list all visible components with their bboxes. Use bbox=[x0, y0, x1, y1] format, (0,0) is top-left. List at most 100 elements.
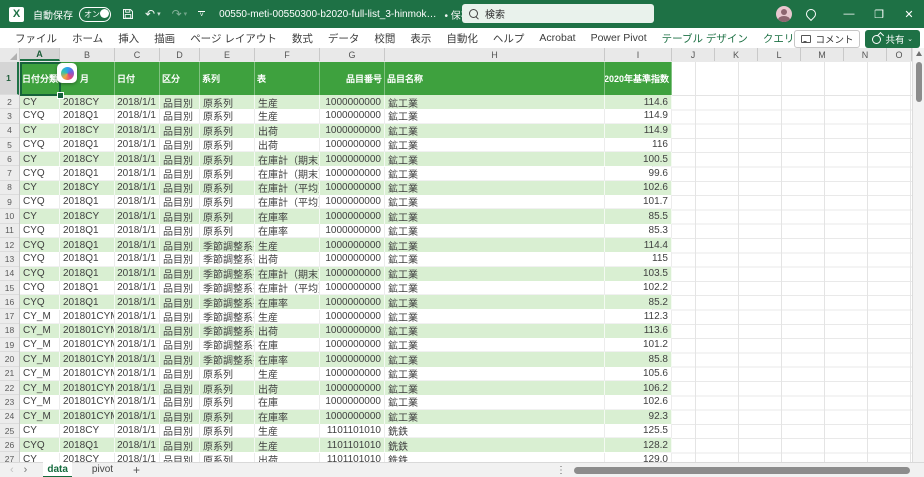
cell[interactable]: 128.2 bbox=[605, 438, 672, 453]
cell[interactable]: 2018Q1 bbox=[60, 166, 115, 181]
cell[interactable]: 季節調整系列 bbox=[200, 252, 255, 267]
cell[interactable]: CY bbox=[20, 152, 60, 167]
cell[interactable]: CYQ bbox=[20, 166, 60, 181]
cell[interactable]: 品目別 bbox=[160, 395, 200, 410]
cell[interactable]: 115 bbox=[605, 252, 672, 267]
cell[interactable]: 鉱工業 bbox=[385, 266, 605, 281]
cell[interactable]: 品目別 bbox=[160, 223, 200, 238]
sheet-tab-pivot[interactable]: pivot bbox=[88, 462, 117, 476]
cell[interactable]: 85.5 bbox=[605, 209, 672, 224]
cell[interactable]: 102.6 bbox=[605, 180, 672, 196]
cell[interactable]: 201801CYM bbox=[60, 338, 115, 353]
ribbon-tab-7[interactable]: 校閲 bbox=[374, 31, 395, 46]
row-number-9[interactable]: 9 bbox=[0, 195, 19, 210]
column-header-G[interactable]: G bbox=[320, 48, 385, 61]
cell[interactable]: CYQ bbox=[20, 195, 60, 210]
undo-icon[interactable]: ↶ ▾ bbox=[145, 7, 161, 21]
cell[interactable]: 原系列 bbox=[200, 180, 255, 196]
select-all-button[interactable] bbox=[0, 48, 20, 61]
cell[interactable]: CYQ bbox=[20, 252, 60, 267]
cell[interactable]: 在庫率 bbox=[255, 295, 320, 310]
cell[interactable]: 2018CY bbox=[60, 152, 115, 167]
redo-icon[interactable]: ↷ ▾ bbox=[172, 7, 188, 21]
cell[interactable]: 出荷 bbox=[255, 252, 320, 267]
cell[interactable]: 生産 bbox=[255, 238, 320, 253]
row-number-5[interactable]: 5 bbox=[0, 138, 19, 153]
cell[interactable]: 2018CY bbox=[60, 180, 115, 196]
cell[interactable]: 鉱工業 bbox=[385, 395, 605, 410]
cell[interactable]: 品目別 bbox=[160, 109, 200, 124]
row-number-8[interactable]: 8 bbox=[0, 181, 19, 196]
row-number-25[interactable]: 25 bbox=[0, 424, 19, 439]
cell[interactable]: 品目別 bbox=[160, 366, 200, 381]
cell[interactable]: 201801CYM bbox=[60, 381, 115, 396]
row-number-15[interactable]: 15 bbox=[0, 281, 19, 296]
cell[interactable]: 201801CYM bbox=[60, 309, 115, 324]
cell[interactable]: CY_M bbox=[20, 323, 60, 339]
cell[interactable]: 出荷 bbox=[255, 137, 320, 153]
ribbon-tab-13[interactable]: テーブル デザイン bbox=[662, 31, 748, 46]
cell[interactable]: 品目別 bbox=[160, 95, 200, 110]
cell[interactable]: 1000000000 bbox=[320, 309, 385, 324]
cell[interactable]: 1000000000 bbox=[320, 137, 385, 153]
cell[interactable]: 原系列 bbox=[200, 223, 255, 238]
cell[interactable]: 品目別 bbox=[160, 137, 200, 153]
cell[interactable]: 鉱工業 bbox=[385, 409, 605, 424]
ribbon-tab-4[interactable]: ページ レイアウト bbox=[190, 31, 277, 46]
column-header-J[interactable]: J bbox=[672, 48, 715, 61]
row-number-10[interactable]: 10 bbox=[0, 209, 19, 224]
row-number-17[interactable]: 17 bbox=[0, 310, 19, 324]
column-header-E[interactable]: E bbox=[200, 48, 255, 61]
cell[interactable]: 201801CYM bbox=[60, 366, 115, 381]
cell[interactable]: 1000000000 bbox=[320, 366, 385, 381]
cell[interactable]: 2018/1/1 bbox=[115, 123, 160, 138]
row-number-2[interactable]: 2 bbox=[0, 95, 19, 110]
cell[interactable]: 在庫計（平均） bbox=[255, 280, 320, 296]
cell[interactable]: 品目別 bbox=[160, 323, 200, 339]
cell[interactable]: 出荷 bbox=[255, 323, 320, 339]
column-header-C[interactable]: C bbox=[115, 48, 160, 61]
empty-cells-region[interactable] bbox=[652, 62, 912, 95]
cell[interactable]: 原系列 bbox=[200, 95, 255, 110]
cell[interactable]: 季節調整系列 bbox=[200, 238, 255, 253]
cell[interactable]: 品目別 bbox=[160, 381, 200, 396]
cell[interactable]: 1000000000 bbox=[320, 223, 385, 238]
cell[interactable]: 2018Q1 bbox=[60, 295, 115, 310]
table-header-cell[interactable]: 表 bbox=[255, 62, 320, 95]
scroll-up-icon[interactable] bbox=[916, 51, 922, 56]
cell[interactable]: 2018Q1 bbox=[60, 280, 115, 296]
cell[interactable]: 1000000000 bbox=[320, 95, 385, 110]
cell[interactable]: 1000000000 bbox=[320, 180, 385, 196]
cell[interactable]: 品目別 bbox=[160, 438, 200, 453]
cell[interactable]: 2018/1/1 bbox=[115, 137, 160, 153]
cell[interactable]: 2018/1/1 bbox=[115, 423, 160, 439]
cell[interactable]: 品目別 bbox=[160, 423, 200, 439]
cell[interactable]: CY bbox=[20, 423, 60, 439]
cell[interactable]: 2018/1/1 bbox=[115, 438, 160, 453]
cell[interactable]: 2018Q1 bbox=[60, 252, 115, 267]
row-number-22[interactable]: 22 bbox=[0, 381, 19, 396]
cell[interactable]: 114.9 bbox=[605, 123, 672, 138]
cell[interactable]: 鉱工業 bbox=[385, 338, 605, 353]
cell[interactable]: 季節調整系列 bbox=[200, 280, 255, 296]
ribbon-tab-9[interactable]: 自動化 bbox=[446, 31, 478, 46]
comments-button[interactable]: コメント bbox=[794, 30, 861, 48]
row-number-1[interactable]: 1 bbox=[0, 62, 19, 95]
ribbon-tab-8[interactable]: 表示 bbox=[410, 31, 431, 46]
cell[interactable]: 鉱工業 bbox=[385, 323, 605, 339]
cell[interactable]: 2018/1/1 bbox=[115, 252, 160, 267]
cell[interactable]: 125.5 bbox=[605, 423, 672, 439]
cell[interactable]: 112.3 bbox=[605, 309, 672, 324]
cell[interactable]: 季節調整系列 bbox=[200, 309, 255, 324]
ribbon-tab-1[interactable]: ホーム bbox=[72, 31, 103, 46]
cell[interactable]: 生産 bbox=[255, 95, 320, 110]
excel-app-icon[interactable]: X bbox=[9, 6, 24, 22]
cell[interactable]: CYQ bbox=[20, 295, 60, 310]
cell[interactable]: 106.2 bbox=[605, 381, 672, 396]
column-header-A[interactable]: A bbox=[20, 48, 60, 61]
cell[interactable]: 2018Q1 bbox=[60, 266, 115, 281]
cell[interactable]: 在庫 bbox=[255, 395, 320, 410]
cell[interactable]: 1000000000 bbox=[320, 238, 385, 253]
tabbar-more-icon[interactable]: ⋮ bbox=[556, 465, 566, 476]
cell[interactable]: 原系列 bbox=[200, 395, 255, 410]
